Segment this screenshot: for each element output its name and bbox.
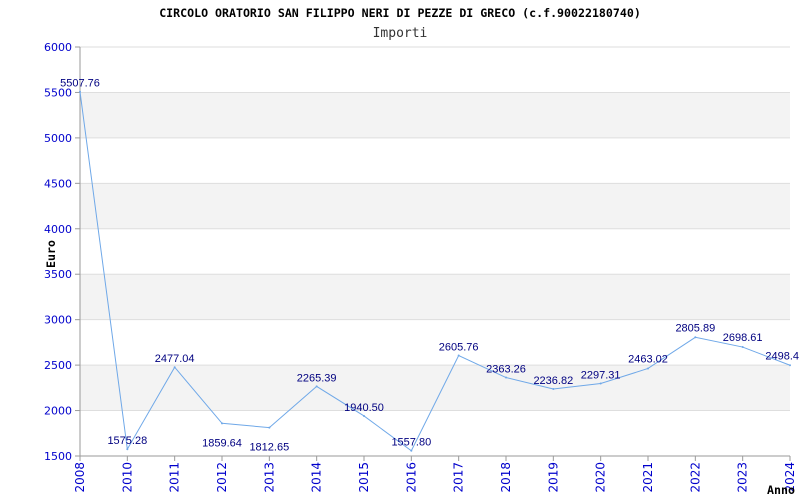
y-tick-label: 2000 <box>44 405 72 418</box>
data-point <box>694 336 697 339</box>
y-tick-label: 2500 <box>44 359 72 372</box>
y-tick-label: 4000 <box>44 223 72 236</box>
x-tick-label: 2023 <box>736 462 750 493</box>
x-tick-label: 2016 <box>404 462 418 493</box>
data-label: 1940.50 <box>344 402 384 414</box>
x-tick-label: 2022 <box>688 462 702 493</box>
x-tick-label: 2017 <box>452 462 466 493</box>
background-band <box>80 183 790 229</box>
data-label: 2698.61 <box>723 332 763 344</box>
y-tick-label: 3500 <box>44 268 72 281</box>
line-chart: CIRCOLO ORATORIO SAN FILIPPO NERI DI PEZ… <box>44 6 799 497</box>
x-tick-label: 2008 <box>73 462 87 493</box>
x-tick-label: 2020 <box>594 462 608 493</box>
x-tick-label: 2018 <box>499 462 513 493</box>
data-point <box>126 448 129 451</box>
data-label: 1575.28 <box>107 435 147 447</box>
data-label: 2463.02 <box>628 353 668 365</box>
y-tick-label: 3000 <box>44 314 72 327</box>
data-label: 1812.65 <box>249 442 289 454</box>
chart-subtitle: Importi <box>373 26 428 41</box>
background-band <box>80 92 790 138</box>
chart-title: CIRCOLO ORATORIO SAN FILIPPO NERI DI PEZ… <box>159 6 641 20</box>
data-label: 2805.89 <box>675 322 715 334</box>
y-tick-label: 1500 <box>44 450 72 463</box>
data-label: 5507.76 <box>60 78 100 90</box>
data-point <box>410 449 413 452</box>
data-point <box>315 385 318 388</box>
data-point <box>221 422 223 425</box>
data-point <box>647 367 649 370</box>
data-label: 1859.64 <box>202 437 242 449</box>
data-point <box>173 366 176 369</box>
data-label: 2236.82 <box>533 375 573 387</box>
x-tick-label: 2019 <box>546 462 560 493</box>
data-point <box>79 90 81 93</box>
y-tick-label: 6000 <box>44 41 72 54</box>
data-point <box>789 364 791 367</box>
data-point <box>268 426 271 429</box>
x-axis-ticks: 2008 2010 2011 2012 2013 2014 2015 2016 2017 2018… <box>73 456 797 493</box>
x-tick-label: 2011 <box>168 462 182 493</box>
x-tick-label: 2012 <box>215 462 229 493</box>
data-label: 2363.26 <box>486 364 526 376</box>
data-point <box>505 376 507 379</box>
x-axis-title: Anno <box>767 483 795 497</box>
x-tick-label: 2014 <box>310 462 324 493</box>
y-tick-label: 4500 <box>44 177 72 190</box>
x-tick-label: 2015 <box>357 462 371 493</box>
data-label: 1557.80 <box>391 437 431 449</box>
data-label: 2265.39 <box>297 372 337 384</box>
data-point <box>552 388 555 391</box>
background-band <box>80 274 790 320</box>
x-tick-label: 2021 <box>641 462 655 493</box>
data-point <box>741 346 744 349</box>
data-point <box>363 414 365 417</box>
x-tick-label: 2013 <box>262 462 276 493</box>
data-label: 2498.4 <box>765 350 799 362</box>
data-point <box>599 382 602 385</box>
x-tick-label: 2010 <box>120 462 134 493</box>
y-axis-title: Euro <box>44 240 58 268</box>
data-label: 2477.04 <box>155 353 195 365</box>
data-point <box>457 354 460 357</box>
data-label: 2297.31 <box>581 370 621 382</box>
y-tick-label: 5000 <box>44 132 72 145</box>
data-label: 2605.76 <box>439 341 479 353</box>
